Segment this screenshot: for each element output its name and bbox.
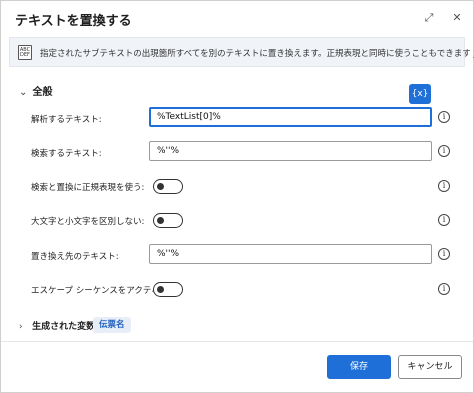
- info-icon[interactable]: i: [438, 145, 450, 157]
- use-regex-label: 検索と置換に正規表現を使う:: [31, 183, 145, 193]
- generated-variables-toggle[interactable]: › 生成された変数: [19, 319, 95, 332]
- section-general-label: 全般: [32, 87, 53, 98]
- chevron-down-icon: ⌄: [19, 87, 28, 98]
- search-text-label: 検索するテキスト:: [31, 149, 102, 159]
- description-body: 指定されたサブテキストの出現箇所すべてを別のテキストに置き換えます。正規表現と同…: [40, 49, 471, 59]
- replace-with-label: 置き換え先のテキスト:: [31, 252, 119, 262]
- chevron-right-icon: ›: [19, 322, 23, 332]
- info-icon[interactable]: i: [438, 248, 450, 260]
- ignore-case-label: 大文字と小文字を区別しない:: [31, 217, 145, 227]
- info-icon[interactable]: i: [438, 180, 450, 192]
- description-text: 指定されたサブテキストの出現箇所すべてを別のテキストに置き換えます。正規表現と同…: [40, 47, 474, 59]
- toggle-knob: [157, 182, 164, 190]
- expand-icon[interactable]: ⤢: [421, 11, 437, 25]
- generated-variables-label: 生成された変数: [32, 322, 96, 332]
- info-icon[interactable]: i: [438, 214, 450, 226]
- generated-variable-badge[interactable]: 伝票名: [93, 317, 131, 333]
- text-action-icon: ABC DEF: [18, 45, 32, 60]
- toggle-knob: [157, 216, 164, 224]
- info-icon[interactable]: i: [438, 111, 450, 123]
- section-general[interactable]: ⌄ 全般: [19, 83, 52, 98]
- search-text-input[interactable]: %''%: [149, 141, 432, 161]
- info-icon[interactable]: i: [438, 283, 450, 295]
- escape-sequences-toggle[interactable]: [153, 282, 183, 297]
- close-icon[interactable]: ✕: [449, 11, 465, 24]
- ignore-case-toggle[interactable]: [153, 213, 183, 228]
- replace-with-input[interactable]: %''%: [149, 244, 432, 264]
- replace-text-dialog: テキストを置換する ⤢ ✕ ABC DEF 指定されたサブテキストの出現箇所すべて…: [0, 0, 474, 393]
- description-banner: ABC DEF 指定されたサブテキストの出現箇所すべてを別のテキストに置き換えます…: [9, 37, 474, 67]
- use-regex-toggle[interactable]: [153, 179, 183, 194]
- footer-divider: [1, 341, 473, 342]
- toggle-knob: [157, 285, 164, 293]
- cancel-button[interactable]: キャンセル: [398, 355, 462, 379]
- text-to-parse-label: 解析するテキスト:: [31, 115, 102, 125]
- insert-variable-button[interactable]: {x}: [409, 84, 431, 104]
- dialog-title: テキストを置換する: [15, 14, 132, 29]
- text-to-parse-input[interactable]: %TextList[0]%: [149, 107, 432, 127]
- save-button[interactable]: 保存: [327, 355, 391, 379]
